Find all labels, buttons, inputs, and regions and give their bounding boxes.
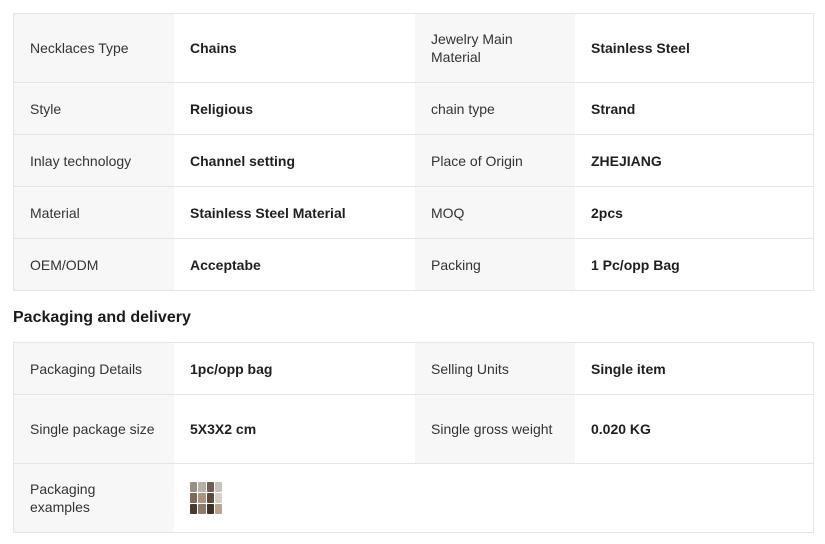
thumbnail-tile (214, 493, 222, 503)
thumbnail-tile (206, 482, 214, 492)
spec-value: Strand (575, 83, 813, 134)
spec-value: Acceptabe (174, 239, 415, 290)
spec-key: Necklaces Type (14, 14, 174, 82)
packaging-row: Packaging Details 1pc/opp bag Selling Un… (14, 343, 813, 395)
spec-row: OEM/ODM Acceptabe Packing 1 Pc/opp Bag (14, 239, 813, 291)
thumbnail-tile (190, 493, 198, 503)
section-title-packaging: Packaging and delivery (13, 309, 191, 326)
spec-key: Place of Origin (415, 135, 575, 186)
spec-value: Religious (174, 83, 415, 134)
packaging-value: Single item (575, 343, 813, 394)
spec-row: Necklaces Type Chains Jewelry Main Mater… (14, 14, 813, 83)
thumbnail-tile (198, 482, 206, 492)
spec-value: Chains (174, 14, 415, 82)
spec-value: Channel setting (174, 135, 415, 186)
empty-cell (415, 464, 813, 532)
spec-value: 2pcs (575, 187, 813, 238)
thumbnail-tile (206, 504, 214, 514)
packaging-key: Selling Units (415, 343, 575, 394)
spec-value: Stainless Steel Material (174, 187, 415, 238)
packaging-example-thumbnail[interactable] (190, 482, 222, 514)
packaging-row: Single package size 5X3X2 cm Single gros… (14, 395, 813, 464)
packaging-value: 1pc/opp bag (174, 343, 415, 394)
packaging-value: 5X3X2 cm (174, 395, 415, 463)
packaging-row: Packaging examples (14, 464, 813, 533)
spec-value: Stainless Steel (575, 14, 813, 82)
spec-row: Style Religious chain type Strand (14, 83, 813, 135)
spec-key: Inlay technology (14, 135, 174, 186)
spec-key: Material (14, 187, 174, 238)
packaging-key: Single gross weight (415, 395, 575, 463)
spec-key: Style (14, 83, 174, 134)
thumbnail-tile (214, 504, 222, 514)
thumbnail-tile (190, 504, 198, 514)
spec-key: Jewelry Main Material (415, 14, 575, 82)
spec-key: chain type (415, 83, 575, 134)
thumbnail-tile (198, 504, 206, 514)
spec-key: OEM/ODM (14, 239, 174, 290)
spec-key: Packing (415, 239, 575, 290)
spec-value: 1 Pc/opp Bag (575, 239, 813, 290)
spec-row: Material Stainless Steel Material MOQ 2p… (14, 187, 813, 239)
thumbnail-tile (206, 493, 214, 503)
packaging-examples-cell (174, 464, 415, 532)
thumbnail-tile (198, 493, 206, 503)
packaging-key: Packaging Details (14, 343, 174, 394)
specs-table: Necklaces Type Chains Jewelry Main Mater… (13, 13, 814, 291)
thumbnail-tile (214, 482, 222, 492)
packaging-value: 0.020 KG (575, 395, 813, 463)
spec-value: ZHEJIANG (575, 135, 813, 186)
spec-key: MOQ (415, 187, 575, 238)
packaging-key: Single package size (14, 395, 174, 463)
packaging-table: Packaging Details 1pc/opp bag Selling Un… (13, 342, 814, 533)
packaging-examples-label: Packaging examples (14, 464, 174, 532)
thumbnail-tile (190, 482, 198, 492)
spec-row: Inlay technology Channel setting Place o… (14, 135, 813, 187)
